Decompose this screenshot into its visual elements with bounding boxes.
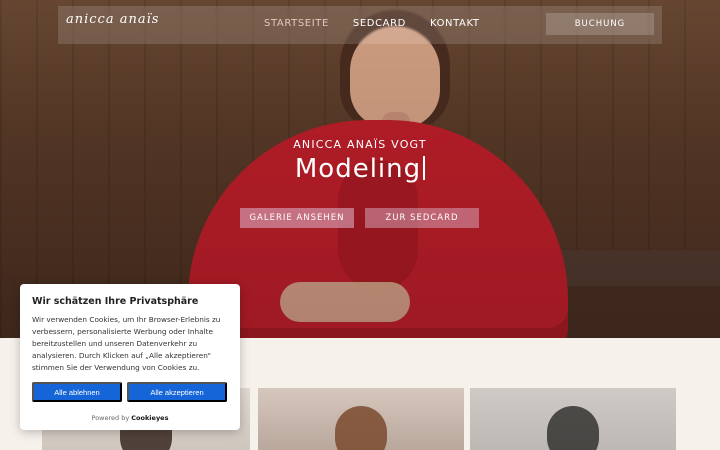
thumbnail-portrait xyxy=(547,406,599,450)
cookie-title: Wir schätzen Ihre Privatsphäre xyxy=(32,296,199,307)
menu-item-sedcard[interactable]: SEDCARD xyxy=(353,18,406,29)
gallery-thumbnail-3[interactable] xyxy=(470,388,676,450)
cookie-text: Wir verwenden Cookies, um Ihr Browser-Er… xyxy=(32,315,221,372)
cookie-accept-all-button[interactable]: Alle akzeptieren xyxy=(127,382,227,402)
gallery-thumbnail-2[interactable] xyxy=(258,388,464,450)
site-logo[interactable]: anicca anaïs xyxy=(66,12,159,27)
sedcard-button[interactable]: ZUR SEDCARD xyxy=(365,208,479,228)
menu-item-kontakt[interactable]: KONTAKT xyxy=(430,18,480,29)
menu-item-startseite[interactable]: STARTSEITE xyxy=(264,18,329,29)
cookieyes-logo-text: Cookieyes xyxy=(131,414,169,422)
typing-cursor xyxy=(423,156,426,180)
hero-name: ANICCA ANAÏS VOGT xyxy=(293,138,427,151)
cookie-consent-popup: Wir schätzen Ihre Privatsphäre Wir verwe… xyxy=(20,284,240,430)
thumbnail-portrait xyxy=(335,406,387,450)
gallery-button[interactable]: GALERIE ANSEHEN xyxy=(240,208,354,228)
booking-button[interactable]: BUCHUNG xyxy=(546,13,654,35)
cookie-reject-all-button[interactable]: Alle ablehnen xyxy=(32,382,122,402)
powered-by-prefix: Powered by xyxy=(91,414,130,422)
cookie-powered-by: Powered by Cookieyes xyxy=(20,414,240,422)
main-menu: STARTSEITE SEDCARD KONTAKT xyxy=(264,18,480,29)
hero-role: Modeling xyxy=(0,154,720,184)
hero-role-text: Modeling xyxy=(294,154,422,184)
